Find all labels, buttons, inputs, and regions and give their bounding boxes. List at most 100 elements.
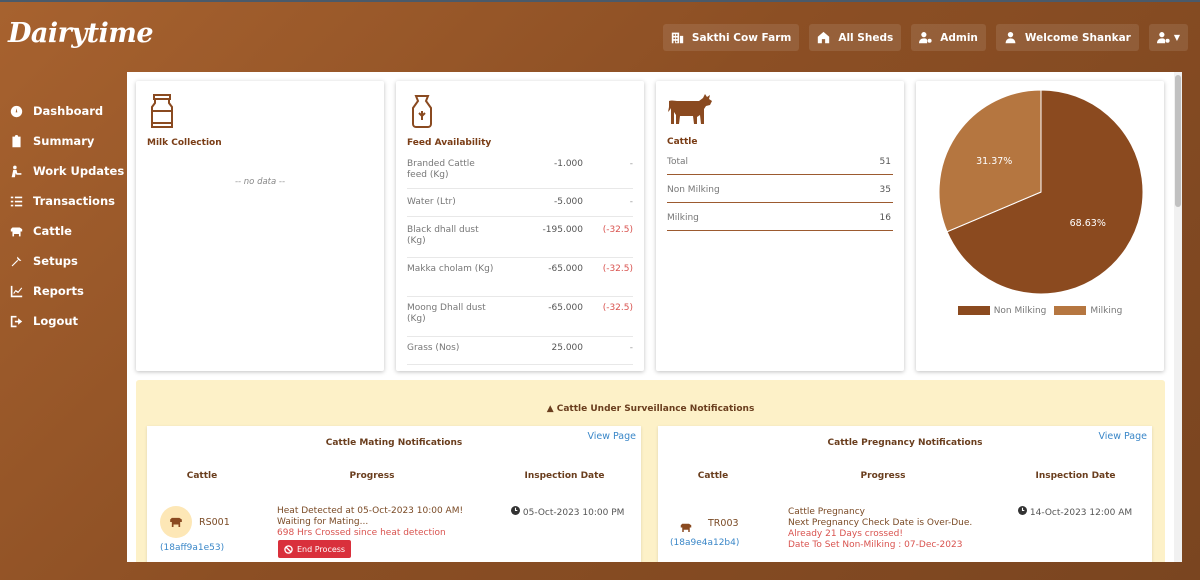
pregnancy-notifications-card: Cattle Pregnancy Notifications View Page…: [658, 426, 1152, 562]
welcome-label: Welcome Shankar: [1024, 31, 1131, 44]
cattle-tag[interactable]: TR003: [708, 518, 739, 529]
farm-label: Sakthi Cow Farm: [691, 31, 792, 44]
surveillance-title: ▲ Cattle Under Surveillance Notification…: [136, 404, 1165, 414]
sidebar-item-transactions[interactable]: Transactions: [0, 186, 125, 216]
cow-icon: [10, 226, 23, 236]
pregnancy-title: Cattle Pregnancy Notifications: [827, 438, 983, 448]
sidebar-item-label: Dashboard: [33, 104, 104, 118]
ban-icon: [284, 544, 293, 554]
feed-item-name: Black dhall dust (Kg): [407, 225, 479, 246]
milk-no-data: -- no data --: [234, 177, 286, 187]
sidebar-item-setups[interactable]: Setups: [0, 246, 125, 276]
feed-item-diff: (-32.5): [602, 225, 633, 235]
progress-non-milking-date: Date To Set Non-Milking : 07-Dec-2023: [788, 540, 963, 550]
warning-icon: ▲: [546, 404, 554, 414]
pregnancy-view-page-link[interactable]: View Page: [1098, 431, 1147, 442]
cow-icon: [680, 523, 692, 532]
sidebar-item-label: Reports: [33, 284, 84, 298]
user-cog-icon: [919, 32, 932, 44]
sidebar-item-label: Summary: [33, 134, 95, 148]
feed-row: Moong Dhall dust (Kg) -65.000 (-32.5): [407, 297, 633, 337]
cow-icon: [668, 94, 712, 124]
chevron-down-icon: ▼: [1173, 33, 1180, 42]
legend-item-non-milking[interactable]: Non Milking: [957, 306, 1047, 316]
tools-icon: [11, 256, 22, 266]
surveillance-title-text: Cattle Under Surveillance Notifications: [556, 404, 755, 414]
cattle-row-label: Milking: [667, 213, 699, 223]
sidebar-item-dashboard[interactable]: Dashboard: [0, 96, 125, 126]
cattle-row-label: Total: [667, 157, 689, 167]
worker-icon: [11, 165, 22, 177]
milking-pie-chart: 68.63% 31.37%: [938, 89, 1144, 295]
building-icon: [671, 32, 684, 44]
sidebar-item-work-updates[interactable]: Work Updates: [0, 156, 125, 186]
sidebar-item-summary[interactable]: Summary: [0, 126, 125, 156]
feed-row: Water (Ltr) -5.000 -: [407, 189, 633, 217]
farm-selector-button[interactable]: Sakthi Cow Farm: [662, 24, 800, 51]
cattle-tag[interactable]: RS001: [199, 517, 230, 528]
app-logo[interactable]: Dairytime: [8, 18, 154, 49]
pie-legend: Non Milking Milking: [916, 306, 1164, 316]
cattle-row-value: 35: [879, 185, 891, 195]
cattle-row-value: 16: [879, 213, 891, 223]
sidebar-item-reports[interactable]: Reports: [0, 276, 125, 306]
user-menu-dropdown[interactable]: ▼: [1148, 24, 1188, 51]
feed-item-name: Makka cholam (Kg): [407, 264, 494, 274]
feed-item-name: Moong Dhall dust (Kg): [407, 303, 486, 324]
legend-item-milking[interactable]: Milking: [1054, 306, 1122, 316]
sidebar-item-label: Logout: [33, 314, 79, 328]
col-header-inspection-date: Inspection Date: [524, 471, 605, 481]
welcome-user-button[interactable]: Welcome Shankar: [995, 24, 1139, 51]
sidebar: Dashboard Summary Work Updates Transacti…: [0, 96, 125, 336]
col-header-inspection-date: Inspection Date: [1035, 471, 1116, 481]
feed-item-value: -195.000: [542, 225, 583, 235]
legend-swatch: [1054, 306, 1087, 315]
sidebar-item-logout[interactable]: Logout: [0, 306, 125, 336]
scrollbar-thumb[interactable]: [1175, 75, 1181, 207]
cattle-card: Cattle Total 51 Non Milking 35 Milking 1…: [656, 81, 904, 371]
cattle-title: Cattle: [667, 137, 698, 147]
milking-pie-card: 68.63% 31.37% Non Milking Milking: [916, 81, 1164, 371]
feed-item-diff: -: [629, 197, 633, 207]
sidebar-item-cattle[interactable]: Cattle: [0, 216, 125, 246]
top-border: [0, 0, 1200, 2]
user-settings-icon: [1156, 32, 1170, 44]
milk-collection-card: Milk Collection -- no data --: [136, 81, 384, 371]
progress-cattle-pregnancy: Cattle Pregnancy: [788, 507, 865, 517]
milk-collection-title: Milk Collection: [147, 138, 222, 148]
feed-item-value: -1.000: [553, 159, 583, 169]
feed-row: Grass (Nos) 25.000 -: [407, 337, 633, 365]
feed-sack-icon: [412, 95, 432, 128]
mating-view-page-link[interactable]: View Page: [587, 431, 636, 442]
feed-item-diff: -: [629, 343, 633, 353]
cattle-id-link[interactable]: (18a9e4a12b4): [670, 538, 739, 549]
feed-item-diff: (-32.5): [602, 303, 633, 313]
legend-swatch: [957, 306, 990, 315]
sidebar-item-label: Transactions: [33, 194, 115, 208]
inspection-date-text: 14-Oct-2023 12:00 AM: [1029, 508, 1133, 518]
vertical-scrollbar[interactable]: [1174, 72, 1182, 562]
end-process-button[interactable]: End Process: [278, 540, 352, 558]
milk-can-icon: [151, 94, 173, 128]
cattle-row-label: Non Milking: [667, 185, 720, 195]
feed-availability-card: Feed Availability Branded Cattle feed (K…: [396, 81, 644, 371]
sheds-label: All Sheds: [838, 31, 894, 44]
role-button[interactable]: Admin: [911, 24, 986, 51]
inspection-date-text: 05-Oct-2023 10:00 PM: [522, 508, 625, 518]
cattle-id-link[interactable]: (18aff9a1e53): [160, 543, 224, 554]
sheds-selector-button[interactable]: All Sheds: [809, 24, 902, 51]
feed-row: Makka cholam (Kg) -65.000 (-32.5): [407, 258, 633, 297]
progress-days-crossed: Already 21 Days crossed!: [788, 529, 903, 539]
inspection-date: 14-Oct-2023 12:00 AM: [1018, 506, 1132, 519]
feed-item-diff: -: [629, 159, 633, 169]
top-toolbar: Sakthi Cow Farm All Sheds Admin Welcome …: [662, 24, 1188, 51]
feed-item-name: Water (Ltr): [407, 197, 456, 207]
mating-title: Cattle Mating Notifications: [325, 438, 463, 448]
chart-icon: [10, 285, 23, 297]
legend-label: Non Milking: [993, 306, 1047, 316]
feed-item-diff: (-32.5): [602, 264, 633, 274]
progress-heat-detected: Heat Detected at 05-Oct-2023 10:00 AM!: [277, 506, 464, 516]
feed-item-value: 25.000: [551, 343, 584, 353]
col-header-cattle: Cattle: [186, 471, 218, 481]
cattle-avatar: [680, 517, 692, 536]
